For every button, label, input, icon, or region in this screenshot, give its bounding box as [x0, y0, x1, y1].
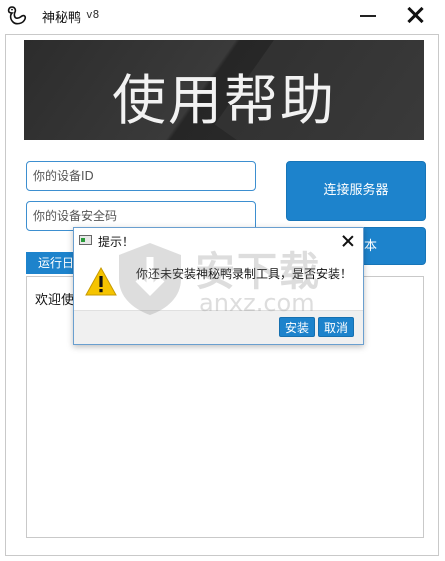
- window-title: 神秘鸭: [42, 11, 82, 26]
- connect-server-button[interactable]: 连接服务器: [286, 161, 426, 221]
- script-button-label: 本: [363, 239, 377, 254]
- log-text: 欢迎使: [35, 293, 75, 308]
- device-id-field[interactable]: [26, 161, 256, 191]
- help-banner[interactable]: 使用帮助: [24, 40, 424, 140]
- connect-server-label: 连接服务器: [323, 183, 389, 198]
- dialog-footer: 安装 取消: [74, 310, 363, 344]
- window-icon: [79, 235, 92, 245]
- window-titlebar: 神秘鸭 v8: [0, 0, 445, 30]
- prompt-dialog: 提示！ 你还未安装神秘鸭录制工具，是否安装！ 安装 取消: [73, 227, 364, 345]
- banner-title: 使用帮助: [112, 69, 336, 132]
- cancel-button[interactable]: 取消: [318, 317, 355, 337]
- close-icon[interactable]: [403, 3, 427, 27]
- duck-icon: [7, 6, 27, 25]
- dialog-message: 你还未安装神秘鸭录制工具，是否安装！: [136, 267, 353, 281]
- log-tab-label: 运行日: [38, 256, 75, 270]
- dialog-body: 你还未安装神秘鸭录制工具，是否安装！: [74, 254, 363, 310]
- warning-icon: [85, 266, 117, 296]
- install-button[interactable]: 安装: [279, 317, 316, 337]
- dialog-title: 提示！: [98, 235, 135, 249]
- device-id-input[interactable]: [33, 163, 249, 189]
- window-version: v8: [86, 8, 100, 21]
- dialog-close-icon[interactable]: [340, 233, 356, 249]
- cancel-button-label: 取消: [324, 321, 349, 335]
- device-code-input[interactable]: [33, 203, 249, 229]
- dialog-titlebar: 提示！: [74, 228, 363, 254]
- minimize-icon[interactable]: [356, 6, 380, 24]
- install-button-label: 安装: [285, 321, 310, 335]
